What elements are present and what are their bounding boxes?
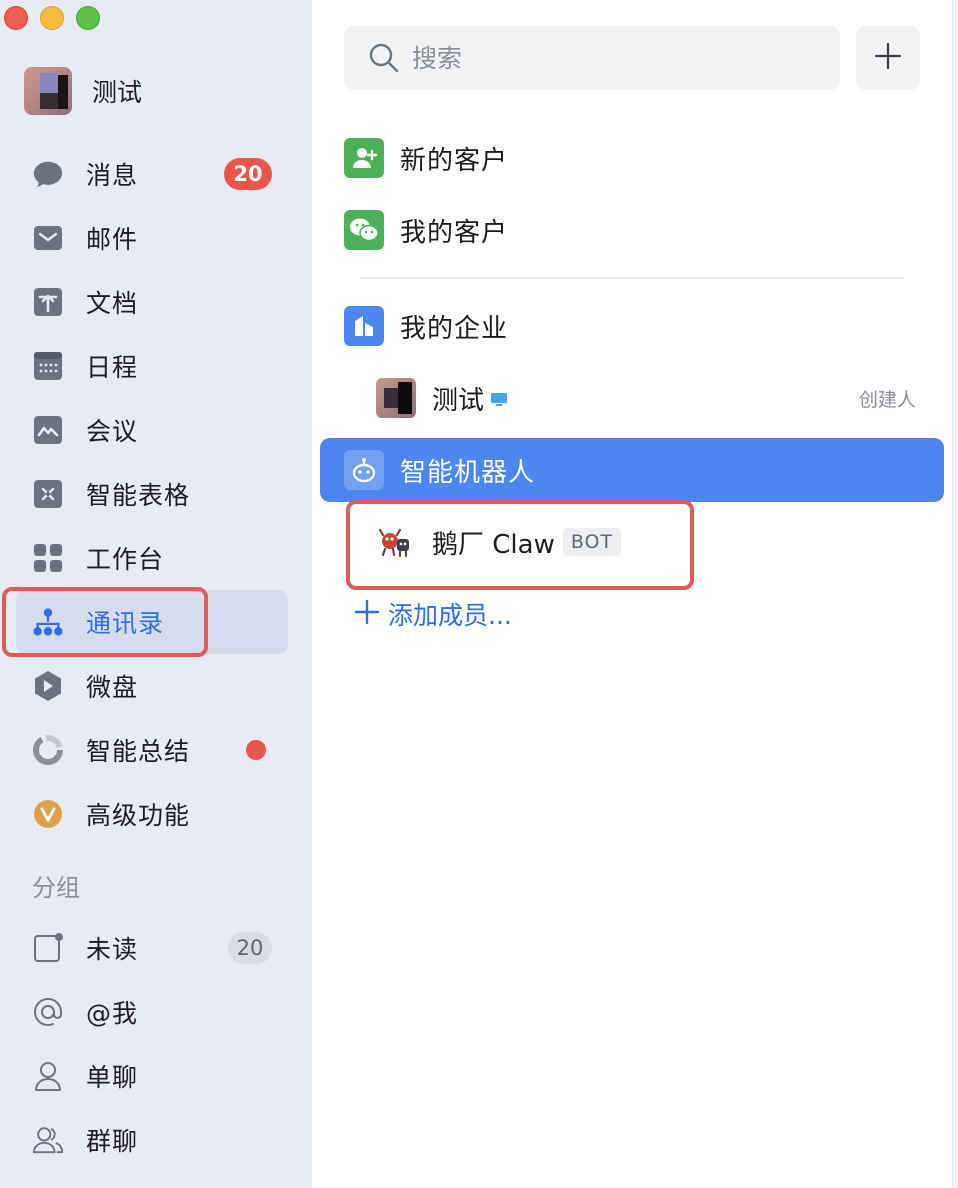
sidebar-item-label: 未读 [86, 935, 139, 964]
sidebar-item-label: 高级功能 [86, 801, 191, 830]
search-bar[interactable] [344, 26, 840, 90]
sidebar-item-label: 微盘 [86, 673, 139, 702]
search-icon [368, 42, 400, 78]
sidebar-item-contacts[interactable]: 通讯录 [16, 590, 288, 654]
sidebar-item-label: 单聊 [86, 1063, 139, 1092]
sidebar-item-label: 智能表格 [86, 481, 191, 510]
my-company-item[interactable]: 我的企业 [344, 298, 944, 354]
at-icon [32, 996, 64, 1028]
sidebar-item-label: 邮件 [86, 225, 139, 254]
workbench-grid-icon [32, 542, 64, 574]
sidebar-item-docs[interactable]: 文档 [16, 270, 288, 334]
sidebar-item-label: 文档 [86, 289, 139, 318]
profile[interactable]: 测试 [24, 66, 142, 116]
window-close-button[interactable] [4, 6, 28, 30]
window-minimize-button[interactable] [40, 6, 64, 30]
smart-sheet-icon [32, 478, 64, 510]
sidebar-item-drive[interactable]: 微盘 [16, 654, 288, 718]
add-member-link[interactable]: 添加成员... [354, 594, 512, 634]
member-name: 测试 [432, 385, 485, 416]
sidebar-item-label: 工作台 [86, 545, 165, 574]
new-customers-item[interactable]: 新的客户 [344, 130, 944, 186]
group-icon [32, 1124, 64, 1156]
row-label: 我的企业 [400, 313, 509, 344]
member-role: 创建人 [858, 388, 916, 411]
sidebar-item-smart-sheet[interactable]: 智能表格 [16, 462, 288, 526]
premium-icon [32, 798, 64, 830]
unread-count-badge: 20 [228, 932, 272, 964]
sidebar-item-meetings[interactable]: 会议 [16, 398, 288, 462]
add-member-label: 添加成员... [388, 601, 512, 630]
sidebar-item-calendar[interactable]: 日程 [16, 334, 288, 398]
sidebar-item-label: 会议 [86, 417, 139, 446]
window-edge [952, 0, 958, 1188]
sidebar-item-premium[interactable]: 高级功能 [16, 782, 288, 846]
sidebar-item-label: 消息 [86, 161, 139, 190]
window-maximize-button[interactable] [76, 6, 100, 30]
avatar [376, 378, 416, 418]
profile-name: 测试 [92, 78, 143, 107]
sidebar-item-label: @我 [86, 999, 139, 1028]
document-icon [32, 286, 64, 318]
group-section-title: 分组 [32, 874, 80, 902]
sidebar-item-mentions[interactable]: @我 [16, 980, 288, 1044]
person-icon [32, 1060, 64, 1092]
robot-icon [344, 450, 384, 490]
search-input[interactable] [412, 26, 812, 90]
sidebar-item-group-chats[interactable]: 群聊 [16, 1108, 288, 1172]
sidebar: 测试 消息 20 邮件 文档 日程 会议 智能表格 工作台 通讯录 微盘 智能总… [0, 0, 312, 1188]
unread-badge: 20 [224, 158, 272, 190]
bot-name: 鹅厂 Claw [432, 529, 555, 560]
sidebar-item-label: 日程 [86, 353, 139, 382]
mail-icon [32, 222, 64, 254]
divider [360, 277, 904, 279]
unread-icon [32, 932, 64, 964]
member-row[interactable]: 测试 创建人 [376, 374, 916, 422]
add-contact-icon [344, 138, 384, 178]
smart-bots-item[interactable]: 智能机器人 [320, 438, 944, 502]
sidebar-item-messages[interactable]: 消息 20 [16, 142, 288, 206]
plus-icon [354, 599, 380, 629]
my-customers-item[interactable]: 我的客户 [344, 202, 944, 258]
ai-summary-icon [32, 734, 64, 766]
bot-tag-badge: BOT [562, 528, 622, 556]
sidebar-item-unread[interactable]: 未读 20 [16, 916, 288, 980]
row-label: 我的客户 [400, 217, 509, 248]
sidebar-item-label: 群聊 [86, 1127, 139, 1156]
calendar-icon [32, 350, 64, 382]
bot-avatar [376, 522, 416, 562]
chat-bubble-icon [32, 158, 64, 190]
contacts-org-icon [32, 606, 64, 638]
row-label: 新的客户 [400, 145, 509, 176]
sidebar-item-ai-summary[interactable]: 智能总结 [16, 718, 288, 782]
row-label: 智能机器人 [400, 457, 536, 488]
drive-icon [32, 670, 64, 702]
sidebar-item-mail[interactable]: 邮件 [16, 206, 288, 270]
bot-row[interactable]: 鹅厂 Claw BOT [376, 518, 622, 566]
add-button[interactable] [856, 26, 920, 90]
meeting-icon [32, 414, 64, 446]
wechat-icon [344, 210, 384, 250]
contacts-panel: 新的客户 我的客户 我的企业 测试 创建人 智能机器人 鹅厂 C [312, 0, 958, 1188]
plus-icon [874, 42, 902, 74]
avatar[interactable] [24, 67, 72, 115]
sidebar-item-label: 通讯录 [86, 609, 165, 638]
sidebar-item-direct-chats[interactable]: 单聊 [16, 1044, 288, 1108]
company-icon [344, 306, 384, 346]
notification-dot [246, 740, 266, 760]
desktop-online-icon [490, 392, 508, 412]
sidebar-item-label: 智能总结 [86, 737, 191, 766]
sidebar-item-workbench[interactable]: 工作台 [16, 526, 288, 590]
